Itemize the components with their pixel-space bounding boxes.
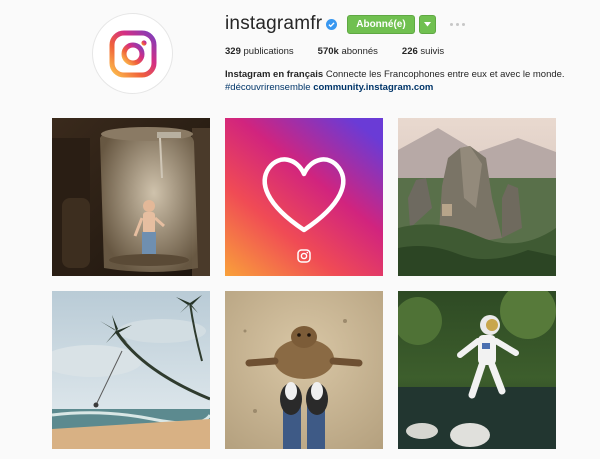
follow-options-button[interactable] xyxy=(418,14,436,34)
caret-down-icon xyxy=(423,21,431,26)
verified-badge-icon xyxy=(326,18,338,30)
post-image-beach-palms xyxy=(52,291,210,449)
follow-button[interactable]: Abonné(e) xyxy=(347,14,415,34)
followers-stat[interactable]: 570k abonnés xyxy=(318,46,378,57)
profile-title-row: instagramfr Abonné(e) xyxy=(225,12,585,36)
bio-hashtag-link[interactable]: #découvrirensemble xyxy=(225,82,311,93)
bio-website-link[interactable]: community.instagram.com xyxy=(313,82,433,93)
followers-label: abonnés xyxy=(341,45,378,57)
instagram-logo-icon xyxy=(109,30,156,77)
post-image-astronaut xyxy=(398,291,556,449)
posts-stat: 329 publications xyxy=(225,46,294,57)
post-thumbnail[interactable] xyxy=(398,291,556,449)
post-thumbnail[interactable] xyxy=(225,118,383,276)
following-count: 226 xyxy=(401,45,418,57)
profile-username: instagramfr xyxy=(225,13,323,34)
post-thumbnail[interactable] xyxy=(225,291,383,449)
bio-text: Connecte les Francophones entre eux et a… xyxy=(325,69,565,80)
post-image-marmot xyxy=(225,291,383,449)
ellipsis-icon xyxy=(449,22,453,26)
post-thumbnail[interactable] xyxy=(398,118,556,276)
bio-name: Instagram en français xyxy=(225,69,324,80)
more-options-button[interactable] xyxy=(449,22,465,26)
profile-header: instagramfr Abonné(e) 329 publications 5… xyxy=(225,12,585,94)
profile-avatar[interactable] xyxy=(92,13,173,94)
following-label: suivis xyxy=(420,45,445,57)
posts-count: 329 xyxy=(225,45,241,57)
following-stat[interactable]: 226 suivis xyxy=(402,46,444,57)
followers-count: 570k xyxy=(317,45,339,57)
post-image-boy-in-jar xyxy=(52,118,210,276)
post-image-rock-landscape xyxy=(398,118,556,276)
post-thumbnail[interactable] xyxy=(52,291,210,449)
post-image-heart xyxy=(225,118,383,276)
posts-label: publications xyxy=(243,45,294,57)
post-thumbnail[interactable] xyxy=(52,118,210,276)
profile-stats: 329 publications 570k abonnés 226 suivis xyxy=(225,44,585,58)
profile-bio: Instagram en français Connecte les Franc… xyxy=(225,68,585,94)
